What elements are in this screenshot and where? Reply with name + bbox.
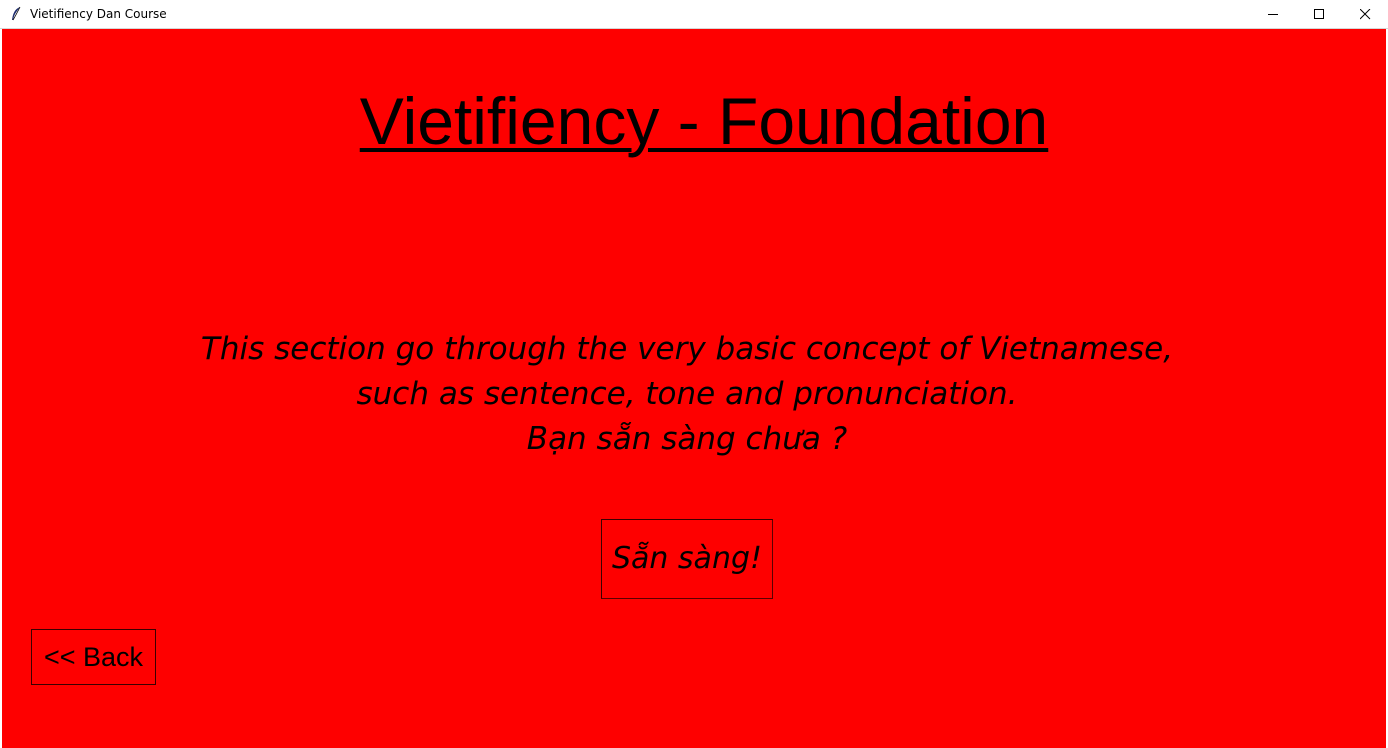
title-bar[interactable]: Vietifiency Dan Course [0,0,1388,29]
section-description: This section go through the very basic c… [2,327,1372,462]
description-line: such as sentence, tone and pronunciation… [356,376,1018,412]
ready-button[interactable]: Sẵn sàng! [601,519,773,599]
minimize-button[interactable] [1250,0,1296,29]
main-content: Vietifiency - Foundation This section go… [2,29,1386,748]
maximize-icon [1314,9,1324,19]
feather-icon [12,6,21,21]
close-button[interactable] [1342,0,1388,29]
app-window: Vietifiency Dan Course Vietifiency - Fou… [0,0,1388,748]
page-title: Vietifiency - Foundation [359,84,1049,158]
minimize-icon [1268,14,1278,15]
window-title: Vietifiency Dan Course [30,7,167,21]
maximize-button[interactable] [1296,0,1342,29]
description-line: This section go through the very basic c… [200,331,1174,367]
back-button[interactable]: << Back [31,629,156,685]
close-icon [1360,9,1371,20]
description-line: Bạn sẵn sàng chưa ? [526,421,848,457]
